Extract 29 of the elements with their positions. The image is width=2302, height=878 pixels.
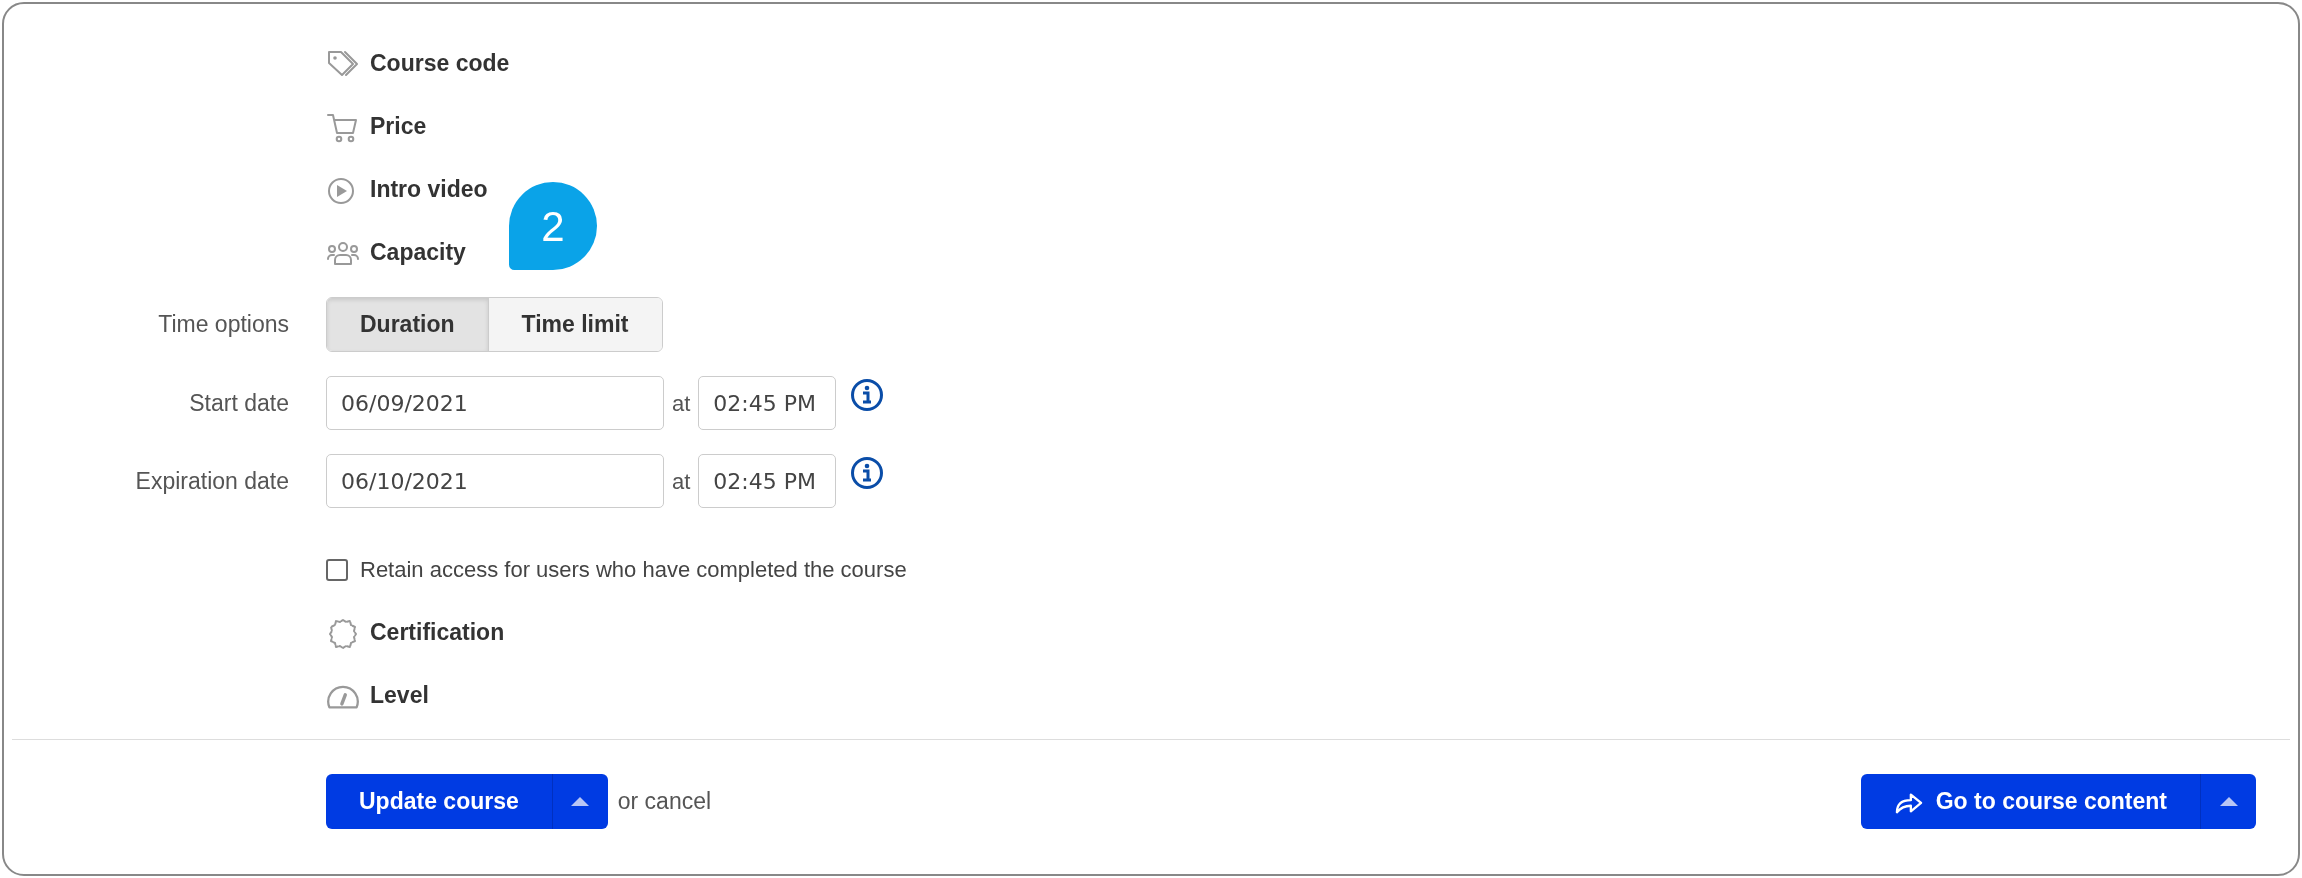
segment-tab[interactable]: Duration <box>327 297 489 351</box>
at-label: at <box>672 467 691 496</box>
caret-icon <box>571 797 590 806</box>
time-field[interactable]: 02:45 PM <box>698 376 837 430</box>
date-field[interactable]: 06/10/2021 <box>326 454 664 508</box>
caret-icon <box>2219 797 2238 806</box>
section-label[interactable]: Certification <box>370 615 505 650</box>
section-label[interactable]: Capacity <box>370 235 466 270</box>
dropdown-toggle[interactable] <box>2200 774 2256 829</box>
field-label: Expiration date <box>134 466 289 496</box>
go-to-content-button[interactable]: Go to course content <box>1860 774 2200 829</box>
field-label: Start date <box>188 388 289 418</box>
at-label: at <box>672 389 691 418</box>
section-label[interactable]: Level <box>370 678 429 713</box>
update-course-button[interactable]: Update course <box>326 774 552 829</box>
cancel-link[interactable]: or cancel <box>617 784 712 819</box>
checkbox-label: Retain access for users who have completed the course <box>360 556 907 584</box>
checkbox[interactable] <box>326 558 348 581</box>
time-field[interactable]: 02:45 PM <box>698 454 837 508</box>
info-icon[interactable] <box>850 456 885 490</box>
date-field[interactable]: 06/09/2021 <box>326 376 664 430</box>
section-label[interactable]: Intro video <box>370 172 488 207</box>
section-label[interactable]: Price <box>370 109 427 144</box>
section-label[interactable]: Course code <box>370 46 510 81</box>
segment-tab[interactable]: Time limit <box>488 297 662 351</box>
field-label: Time options <box>157 309 289 339</box>
step-marker: 2 <box>509 182 597 270</box>
info-icon[interactable] <box>850 378 885 412</box>
dropdown-toggle[interactable] <box>551 774 608 829</box>
